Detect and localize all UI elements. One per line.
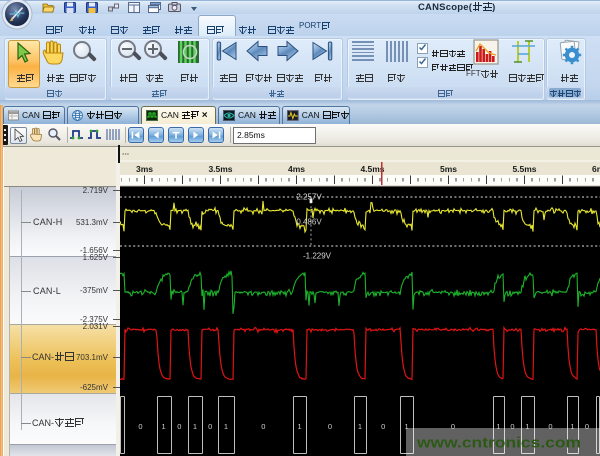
svg-text:0: 0 xyxy=(585,422,589,431)
svg-text:5ms: 5ms xyxy=(440,164,457,174)
svg-text:3ms: 3ms xyxy=(136,164,153,174)
svg-text:0: 0 xyxy=(138,422,142,431)
svg-text:0: 0 xyxy=(261,422,265,431)
svg-text:0: 0 xyxy=(328,422,332,431)
svg-text:0: 0 xyxy=(548,422,552,431)
svg-text:5.5ms: 5.5ms xyxy=(512,164,536,174)
svg-text:1: 1 xyxy=(405,422,409,431)
svg-text:6ms: 6ms xyxy=(592,164,600,174)
svg-text:0: 0 xyxy=(510,422,514,431)
svg-text:0: 0 xyxy=(381,422,385,431)
svg-text:-1.229V: -1.229V xyxy=(303,252,332,261)
svg-text:0.486V: 0.486V xyxy=(296,218,322,227)
svg-text:0: 0 xyxy=(177,422,181,431)
svg-text:1: 1 xyxy=(298,422,302,431)
svg-text:1: 1 xyxy=(193,422,197,431)
svg-text:1: 1 xyxy=(224,422,228,431)
svg-text:4ms: 4ms xyxy=(288,164,305,174)
svg-text:0: 0 xyxy=(208,422,212,431)
svg-text:www.cntronics.com: www.cntronics.com xyxy=(416,435,581,452)
svg-text:3.5ms: 3.5ms xyxy=(208,164,232,174)
svg-text:1: 1 xyxy=(570,422,574,431)
svg-text:1: 1 xyxy=(162,422,166,431)
svg-text:1: 1 xyxy=(496,422,500,431)
svg-text:2.257V: 2.257V xyxy=(296,193,322,202)
svg-text:1: 1 xyxy=(525,422,529,431)
svg-text:1: 1 xyxy=(358,422,362,431)
svg-text:0: 0 xyxy=(451,422,455,431)
